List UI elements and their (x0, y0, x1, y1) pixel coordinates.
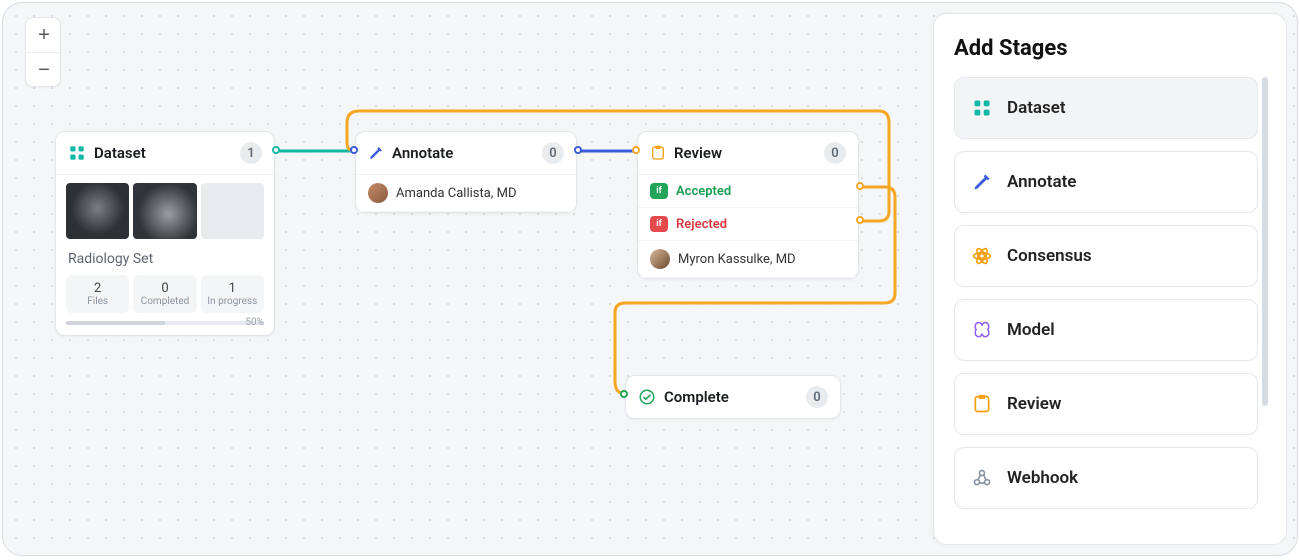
review-assignee: Myron Kassulke, MD (678, 252, 796, 267)
annotate-icon (368, 145, 384, 161)
dataset-stats: 2 Files 0 Completed 1 In progress (56, 275, 274, 321)
stat-files: 2 Files (66, 275, 129, 313)
if-badge: if (650, 216, 668, 232)
stage-option-webhook[interactable]: Webhook (954, 447, 1258, 509)
stage-option-model[interactable]: Model (954, 299, 1258, 361)
stat-completed: 0 Completed (133, 275, 196, 313)
thumbnail-image[interactable] (66, 183, 129, 239)
dataset-thumbnails (56, 175, 274, 247)
review-accepted-row[interactable]: if Accepted (638, 175, 858, 208)
stage-option-review[interactable]: Review (954, 373, 1258, 435)
avatar (368, 183, 388, 203)
stage-option-consensus[interactable]: Consensus (954, 225, 1258, 287)
review-assignee-row[interactable]: Myron Kassulke, MD (638, 241, 858, 278)
port-rejected-out[interactable] (856, 216, 864, 224)
node-review-title: Review (674, 144, 816, 162)
review-rejected-row[interactable]: if Rejected (638, 208, 858, 241)
webhook-icon (971, 467, 993, 489)
stage-option-label: Dataset (1007, 98, 1066, 118)
review-icon (971, 393, 993, 415)
stage-option-annotate[interactable]: Annotate (954, 151, 1258, 213)
node-dataset-title: Dataset (94, 144, 232, 162)
stage-option-label: Webhook (1007, 468, 1078, 488)
zoom-out-button[interactable]: − (26, 52, 61, 86)
port-in[interactable] (350, 146, 358, 154)
port-accepted-out[interactable] (856, 182, 864, 190)
add-stages-panel: Add Stages Dataset Annotate Consensus Model… (933, 13, 1287, 545)
stage-option-label: Model (1007, 320, 1055, 340)
node-complete-title: Complete (664, 388, 798, 406)
node-review-count: 0 (824, 142, 846, 164)
node-review[interactable]: Review 0 if Accepted if Rejected Myron K… (637, 131, 859, 279)
annotate-icon (971, 171, 993, 193)
consensus-icon (971, 245, 993, 267)
node-dataset-count: 1 (240, 142, 262, 164)
zoom-controls: + − (25, 17, 61, 87)
check-circle-icon (638, 388, 656, 406)
node-annotate-count: 0 (542, 142, 564, 164)
accepted-label: Accepted (676, 184, 731, 199)
node-complete-count: 0 (806, 386, 828, 408)
node-complete[interactable]: Complete 0 (625, 375, 841, 419)
rejected-label: Rejected (676, 217, 727, 232)
annotate-assignee-row[interactable]: Amanda Callista, MD (356, 175, 576, 212)
thumbnail-image[interactable] (133, 183, 196, 239)
review-icon (650, 145, 666, 161)
dataset-name: Radiology Set (56, 247, 274, 275)
node-dataset[interactable]: Dataset 1 Radiology Set 2 Files 0 Comple… (55, 131, 275, 336)
panel-scrollbar[interactable] (1262, 77, 1268, 406)
stage-option-label: Consensus (1007, 246, 1092, 266)
progress-percent: 50% (245, 317, 264, 328)
port-out[interactable] (574, 146, 582, 154)
thumbnail-empty (201, 183, 264, 239)
workflow-editor: + − Dataset 1 Radiology Set 2 Files 0 Co… (2, 2, 1298, 556)
dataset-icon (971, 97, 993, 119)
zoom-in-button[interactable]: + (26, 18, 61, 52)
avatar (650, 249, 670, 269)
port-in[interactable] (620, 390, 628, 398)
port-in[interactable] (632, 146, 640, 154)
panel-title: Add Stages (954, 36, 1268, 61)
annotate-assignee: Amanda Callista, MD (396, 186, 516, 201)
node-annotate[interactable]: Annotate 0 Amanda Callista, MD (355, 131, 577, 213)
stage-option-label: Review (1007, 394, 1061, 414)
port-out[interactable] (272, 146, 280, 154)
node-annotate-title: Annotate (392, 144, 534, 162)
model-icon (971, 319, 993, 341)
dataset-icon (68, 144, 86, 162)
stage-option-label: Annotate (1007, 172, 1076, 192)
stat-in-progress: 1 In progress (201, 275, 264, 313)
stage-option-dataset[interactable]: Dataset (954, 77, 1258, 139)
progress-bar (66, 321, 264, 325)
if-badge: if (650, 183, 668, 199)
